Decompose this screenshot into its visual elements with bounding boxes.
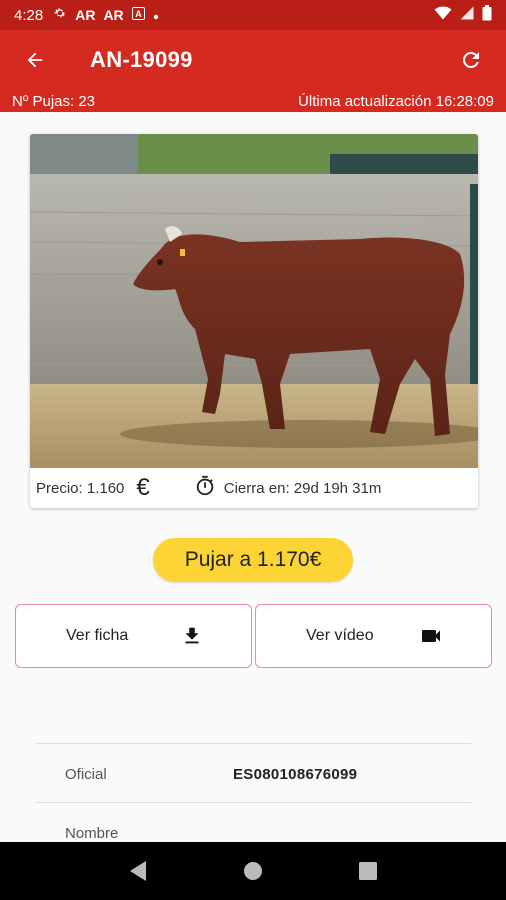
wifi-icon: [434, 6, 452, 24]
timer-icon: [194, 475, 216, 501]
dot-icon: [153, 7, 159, 24]
gear-icon: [53, 6, 67, 24]
triangle-back-icon: [129, 861, 146, 881]
lot-summary: Precio: 1.160 € Cierra en: 29d 19h 31m: [30, 468, 478, 508]
system-icons: [434, 5, 492, 25]
euro-icon: €: [136, 474, 150, 501]
videocam-icon: [419, 624, 443, 648]
download-icon: [181, 625, 203, 647]
nav-back-button[interactable]: [118, 851, 158, 891]
bid-count: Nº Pujas: 23: [12, 92, 96, 110]
closes-in: Cierra en: 29d 19h 31m: [194, 475, 382, 501]
bid-button[interactable]: Pujar a 1.170€: [153, 538, 353, 582]
page-title: AN-19099: [90, 47, 193, 72]
status-bar: 4:28 ΑR ΑR A: [0, 0, 506, 30]
svg-text:A: A: [135, 9, 142, 19]
status-time: 4:28: [14, 6, 44, 24]
system-nav-bar: [0, 842, 506, 900]
square-recents-icon: [359, 862, 378, 880]
nav-home-button[interactable]: [233, 851, 273, 891]
detail-label: Oficial: [65, 765, 107, 783]
view-sheet-button[interactable]: Ver ficha: [15, 604, 252, 668]
detail-row-oficial: Oficial ES080108676099: [35, 745, 471, 803]
price: Precio: 1.160 €: [36, 474, 150, 502]
signal-icon: [460, 6, 474, 24]
detail-label-partial: Nombre: [65, 825, 119, 842]
lot-card: Precio: 1.160 € Cierra en: 29d 19h 31m: [30, 134, 478, 508]
app-bar: AN-19099: [0, 30, 506, 90]
nav-recents-button[interactable]: [348, 851, 388, 891]
auction-info-bar: Nº Pujas: 23 Última actualización 16:28:…: [0, 90, 506, 112]
view-video-label: Ver vídeo: [306, 627, 374, 644]
ar-icon: ΑR: [103, 7, 124, 23]
arrow-left-icon: [27, 52, 43, 68]
battery-icon: [482, 5, 492, 25]
price-text: Precio: 1.160: [36, 479, 125, 497]
divider: [35, 802, 471, 803]
refresh-button[interactable]: [454, 43, 488, 77]
lot-photo[interactable]: [30, 134, 478, 468]
detail-value: ES080108676099: [233, 765, 358, 783]
circle-home-icon: [243, 862, 262, 880]
notification-icons: ΑR ΑR A: [53, 6, 158, 24]
closes-text: Cierra en: 29d 19h 31m: [223, 479, 382, 497]
last-update: Última actualización 16:28:09: [298, 92, 494, 110]
refresh-icon: [462, 51, 479, 68]
divider: [35, 743, 471, 744]
view-video-button[interactable]: Ver vídeo: [255, 604, 492, 668]
view-sheet-label: Ver ficha: [66, 627, 129, 644]
back-button[interactable]: [18, 43, 52, 77]
ar-icon: ΑR: [75, 7, 96, 23]
a-icon: A: [131, 6, 145, 24]
